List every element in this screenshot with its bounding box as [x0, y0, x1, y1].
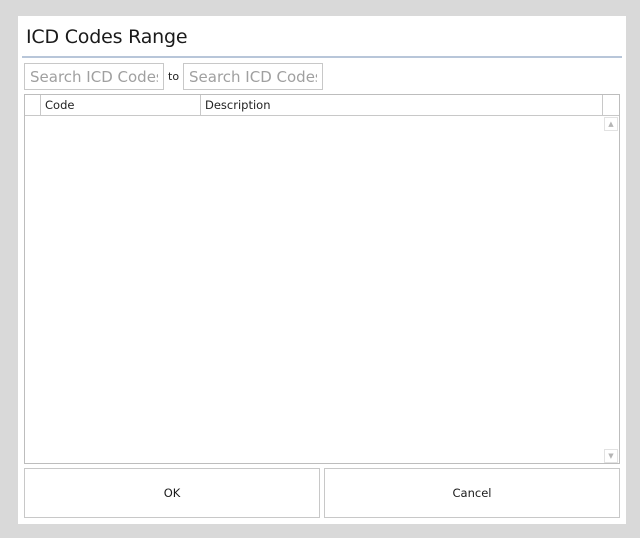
- cancel-button[interactable]: Cancel: [324, 468, 620, 518]
- ok-button[interactable]: OK: [24, 468, 320, 518]
- search-from-input[interactable]: [24, 63, 164, 90]
- title-divider: [22, 56, 622, 58]
- icd-codes-grid[interactable]: Code Description ▲ ▼: [24, 94, 620, 464]
- row-indicator-header: [25, 95, 41, 115]
- header-filler: [603, 95, 619, 115]
- range-to-label: to: [168, 70, 180, 83]
- search-to-input[interactable]: [183, 63, 323, 90]
- dialog-title: ICD Codes Range: [26, 26, 188, 48]
- column-header-description[interactable]: Description: [201, 95, 603, 115]
- grid-header: Code Description: [25, 95, 619, 116]
- scroll-down-arrow-icon[interactable]: ▼: [604, 449, 618, 463]
- grid-vertical-scrollbar[interactable]: ▲ ▼: [604, 117, 618, 463]
- scroll-up-arrow-icon[interactable]: ▲: [604, 117, 618, 131]
- icd-codes-range-dialog: ICD Codes Range to Code Description ▲ ▼ …: [18, 16, 626, 524]
- column-header-code[interactable]: Code: [41, 95, 201, 115]
